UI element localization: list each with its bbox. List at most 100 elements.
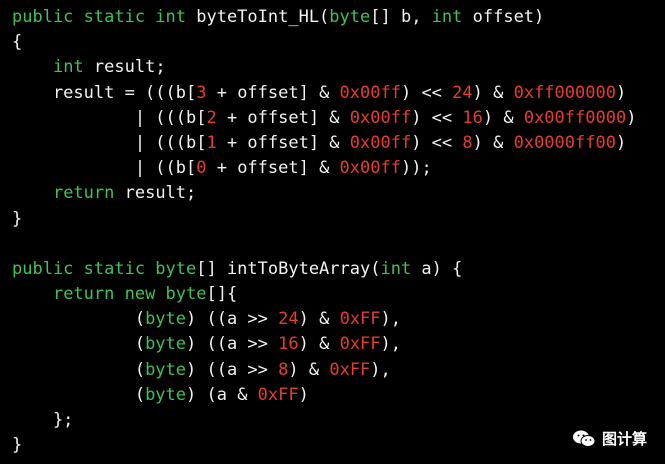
code-keyword: byte: [145, 309, 187, 330]
code-number: 0xff000000: [513, 82, 616, 103]
code-number: 0x00ff: [339, 158, 401, 179]
code-text: ) &: [288, 359, 330, 380]
code-number: 0x00ff0000: [523, 107, 627, 128]
code-text: ) <<: [400, 82, 453, 103]
code-keyword: byte: [145, 384, 187, 405]
code-text: (: [12, 334, 146, 355]
code-keyword: byte: [329, 7, 371, 27]
code-text: result = (((b[: [12, 82, 197, 103]
code-text: ) <<: [411, 132, 463, 153]
code-text: ),: [380, 309, 402, 330]
code-line: | (((b[1 + offset] & 0x00ff) << 8) & 0x0…: [12, 131, 636, 156]
code-text: ),: [370, 359, 391, 380]
code-text: a) {: [411, 258, 463, 279]
code-keyword: byte: [145, 359, 187, 380]
code-number: 0xFF: [339, 309, 381, 330]
code-keyword: public static byte: [12, 258, 197, 279]
code-number: 16: [462, 107, 483, 128]
code-line: {: [12, 30, 636, 55]
code-text: (: [12, 359, 146, 380]
code-text: result;: [114, 183, 197, 204]
code-number: 0xFF: [339, 334, 381, 355]
code-text: ) &: [472, 132, 514, 153]
code-text: ) &: [482, 107, 524, 128]
code-text: ) (a &: [186, 384, 258, 405]
code-number: 0: [196, 158, 207, 179]
code-text: [] b,: [370, 7, 432, 27]
code-text: (: [12, 384, 146, 405]
code-number: 8: [462, 132, 473, 153]
code-text: ) &: [298, 309, 340, 330]
code-line: (byte) ((a >> 16) & 0xFF),: [12, 332, 636, 357]
code-line: return result;: [12, 181, 636, 206]
code-text: ) <<: [411, 107, 463, 128]
code-line: int result;: [12, 55, 636, 80]
code-line: public static int byteToInt_HL(byte[] b,…: [12, 5, 636, 30]
code-block: public static int byteToInt_HL(byte[] b,…: [12, 5, 636, 458]
code-text: | (((b[: [12, 132, 207, 153]
code-text: result;: [83, 57, 166, 78]
code-text: ) &: [472, 82, 514, 103]
code-line: return new byte[]{: [12, 282, 636, 307]
wechat-icon: [572, 429, 596, 449]
code-keyword: public static int: [12, 7, 186, 27]
code-number: 3: [196, 82, 207, 103]
code-number: 8: [278, 359, 289, 380]
code-text: [] intToByteArray(: [196, 258, 381, 279]
code-text: };: [12, 410, 74, 430]
code-text: + offset] &: [216, 107, 350, 128]
code-line: (byte) ((a >> 8) & 0xFF),: [12, 358, 636, 383]
code-text: ): [615, 82, 627, 103]
code-number: 0x0000ff00: [513, 132, 616, 153]
code-number: 0xFF: [329, 359, 371, 380]
code-text: []{: [206, 284, 238, 305]
code-number: 0x00ff: [349, 107, 412, 128]
code-text: }: [12, 208, 23, 229]
code-number: 0x00ff: [339, 82, 401, 103]
code-text: (: [12, 309, 146, 330]
code-line: (byte) ((a >> 24) & 0xFF),: [12, 307, 636, 332]
code-number: 24: [278, 309, 299, 330]
code-text: + offset] &: [206, 158, 340, 179]
code-text: ),: [380, 334, 402, 355]
code-keyword: return new byte: [52, 284, 207, 305]
code-text: byteToInt_HL(: [186, 7, 330, 27]
code-keyword: int: [431, 7, 463, 27]
code-number: 24: [452, 82, 473, 103]
code-text: ));: [400, 158, 432, 179]
code-text: }: [12, 435, 23, 456]
code-keyword: int: [52, 57, 84, 78]
watermark: 图计算: [572, 428, 647, 449]
code-keyword: return: [52, 183, 115, 204]
code-number: 0xFF: [257, 384, 299, 405]
code-text: ) ((a >>: [186, 359, 279, 380]
code-line: | ((b[0 + offset] & 0x00ff));: [12, 156, 636, 181]
code-text: | (((b[: [12, 107, 207, 128]
code-text: ) &: [298, 334, 340, 355]
code-text: {: [12, 32, 23, 53]
code-line: };: [12, 408, 636, 433]
code-line: }: [12, 207, 636, 232]
code-line: }: [12, 433, 636, 458]
code-line: result = (((b[3 + offset] & 0x00ff) << 2…: [12, 81, 636, 106]
code-line: public static byte[] intToByteArray(int …: [12, 257, 636, 282]
code-text: + offset] &: [216, 132, 350, 153]
code-number: 1: [206, 132, 217, 153]
code-line: | (((b[2 + offset] & 0x00ff) << 16) & 0x…: [12, 106, 637, 131]
code-text: ) ((a >>: [186, 334, 279, 355]
code-text: + offset] &: [206, 82, 340, 103]
code-text: ): [626, 107, 637, 128]
code-text: | ((b[: [12, 158, 197, 179]
code-text: ): [298, 384, 309, 405]
code-number: 2: [206, 107, 217, 128]
code-text: ) ((a >>: [186, 309, 279, 330]
code-number: 16: [278, 334, 299, 355]
code-line: (byte) (a & 0xFF): [12, 383, 636, 408]
watermark-text: 图计算: [601, 430, 647, 448]
code-text: ): [615, 132, 627, 153]
code-text: offset): [462, 7, 545, 27]
